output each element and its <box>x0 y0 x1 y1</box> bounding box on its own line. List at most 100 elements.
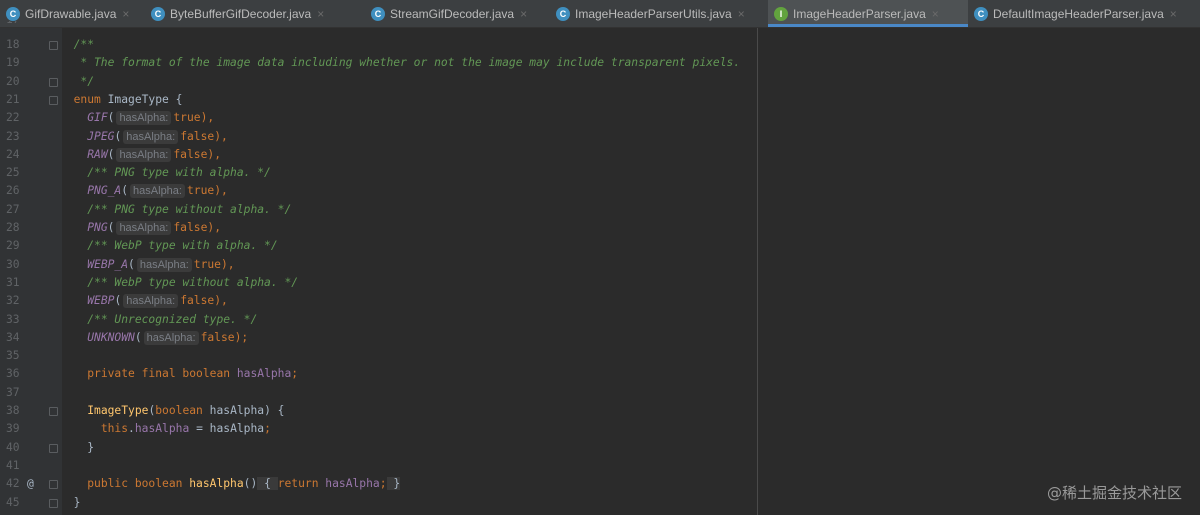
code-token: boolean <box>155 404 210 417</box>
code-token: hasAlpha) { <box>209 404 285 417</box>
code-line: 26 PNG_A(hasAlpha: true), <box>0 182 760 200</box>
parameter-hint: hasAlpha: <box>136 257 192 272</box>
tab-imageheaderparserutils[interactable]: C ImageHeaderParserUtils.java × <box>550 0 768 27</box>
line-number: 27 <box>6 202 20 216</box>
code-token: UNKNOWN <box>87 330 135 344</box>
code-line: 34 UNKNOWN(hasAlpha: false); <box>0 329 760 347</box>
line-number: 20 <box>6 74 20 88</box>
code-token: ), <box>207 221 221 234</box>
line-number: 38 <box>6 404 20 417</box>
code-token: ; <box>264 422 271 436</box>
code-token: ), <box>214 294 228 308</box>
code-token: public boolean <box>87 477 190 491</box>
fold-icon[interactable] <box>49 443 58 453</box>
fold-icon[interactable] <box>49 407 58 416</box>
class-icon: C <box>371 6 385 21</box>
line-number: 18 <box>6 38 20 51</box>
code-token: ), <box>221 257 235 271</box>
code-token: hasAlpha <box>325 477 380 491</box>
code-token: /** PNG type without alpha. */ <box>87 202 292 216</box>
class-icon: C <box>556 6 570 21</box>
fold-icon[interactable] <box>49 480 58 490</box>
tab-label: DefaultImageHeaderParser.java <box>993 6 1164 21</box>
parameter-hint: hasAlpha: <box>116 111 172 126</box>
code-token: } <box>386 477 401 491</box>
class-icon: C <box>151 6 165 21</box>
code-token: ), <box>207 147 221 161</box>
line-number: 37 <box>6 385 20 399</box>
code-line: 28 PNG(hasAlpha: false), <box>0 219 760 237</box>
code-token: false <box>180 294 215 308</box>
tab-streamgifdecoder[interactable]: C StreamGifDecoder.java × <box>365 0 550 27</box>
code-line: 18 /** <box>0 36 760 54</box>
code-token: false <box>180 129 215 143</box>
tab-imageheaderparser[interactable]: I ImageHeaderParser.java × <box>768 0 968 27</box>
code-line: 27 /** PNG type without alpha. */ <box>0 201 760 219</box>
line-number: 23 <box>6 129 20 143</box>
code-token: true <box>193 257 221 271</box>
code-token: WEBP <box>87 294 115 308</box>
close-icon[interactable]: × <box>932 7 939 21</box>
override-icon[interactable]: @ <box>27 475 34 493</box>
code-line: 35 <box>0 347 760 365</box>
line-number: 29 <box>6 239 20 253</box>
tab-defaultimageheaderparser[interactable]: C DefaultImageHeaderParser.java × <box>968 0 1200 27</box>
code-token: /** PNG type with alpha. */ <box>87 166 271 180</box>
close-icon[interactable]: × <box>122 7 129 21</box>
close-icon[interactable]: × <box>317 7 324 21</box>
fold-icon[interactable] <box>49 95 58 105</box>
code-token: ( <box>134 330 142 344</box>
code-line: 33 /** Unrecognized type. */ <box>0 311 760 329</box>
code-token: ImageType <box>87 404 149 417</box>
line-number: 45 <box>6 495 20 509</box>
tab-label: ByteBufferGifDecoder.java <box>170 6 312 21</box>
parameter-hint: hasAlpha: <box>143 330 199 345</box>
code-token: ( <box>107 147 115 161</box>
code-token: /** WebP type without alpha. */ <box>87 275 299 289</box>
code-token: ( <box>121 184 129 198</box>
parameter-hint: hasAlpha: <box>116 147 172 162</box>
close-icon[interactable]: × <box>1170 7 1177 21</box>
code-line: 24 RAW(hasAlpha: false), <box>0 146 760 164</box>
code-token: PNG_A <box>87 184 122 198</box>
code-line: 19 * The format of the image data includ… <box>0 54 760 72</box>
partial-line: 17 <box>6 21 36 29</box>
code-line: 39 this.hasAlpha = hasAlpha; <box>0 420 760 438</box>
close-icon[interactable]: × <box>520 7 527 21</box>
fold-icon[interactable] <box>49 41 58 50</box>
parameter-hint: hasAlpha: <box>116 221 172 235</box>
code-line: 22 GIF(hasAlpha: true), <box>0 109 760 127</box>
tab-bytebuffergifdecoder[interactable]: C ByteBufferGifDecoder.java × <box>145 0 365 27</box>
code-line: 21 enum ImageType { <box>0 91 760 109</box>
code-token: ( <box>107 111 115 125</box>
code-token: PNG <box>87 221 108 234</box>
code-line: 40 } <box>0 439 760 457</box>
close-icon[interactable]: × <box>738 7 745 21</box>
code-token: /** <box>73 38 95 51</box>
code-token: false <box>200 330 235 344</box>
code-token: this <box>100 422 129 436</box>
code-token: private final boolean <box>87 367 237 381</box>
fold-icon[interactable] <box>49 77 58 87</box>
code-token: ; <box>291 367 299 381</box>
code-line: 36 private final boolean hasAlpha; <box>0 365 760 383</box>
fold-icon[interactable] <box>49 498 58 508</box>
code-token: true <box>173 111 201 125</box>
line-number: 39 <box>6 422 20 436</box>
code-token: } <box>87 440 95 454</box>
line-number: 24 <box>6 147 20 161</box>
line-number: 22 <box>6 111 20 125</box>
code-token: hasAlpha <box>189 477 244 491</box>
line-number: 31 <box>6 275 20 289</box>
